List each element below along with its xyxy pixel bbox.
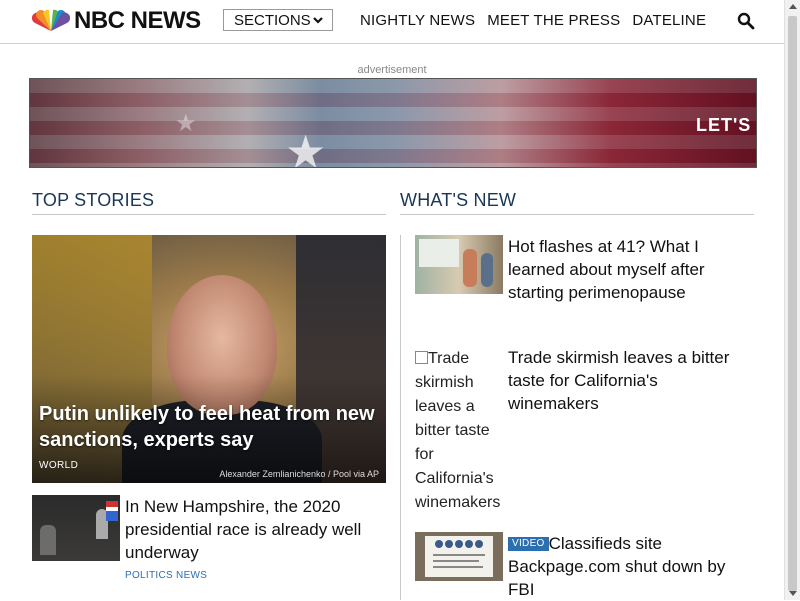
advertisement-label: advertisement (357, 64, 427, 76)
hero-story[interactable]: Putin unlikely to feel heat from new san… (32, 235, 386, 483)
top-stories-divider (32, 214, 386, 215)
story-headline[interactable]: Trade skirmish leaves a bitter taste for… (508, 346, 753, 415)
story-category-tag[interactable]: POLITICS NEWS (125, 570, 207, 581)
page-scrollbar[interactable] (784, 0, 800, 600)
nav-link-dateline[interactable]: DATELINE (632, 12, 706, 29)
thumbnail-flag (106, 501, 118, 521)
broken-image-alt-text[interactable]: Trade skirmish leaves a bitter taste for… (415, 347, 505, 515)
story-headline[interactable]: In New Hampshire, the 2020 presidential … (125, 495, 380, 564)
thumbnail-window (419, 239, 459, 267)
story-thumbnail[interactable] (415, 532, 503, 581)
ad-star-icon: ★ (285, 126, 327, 168)
scroll-up-arrow-icon[interactable] (789, 4, 797, 9)
nav-link-nightly-news[interactable]: NIGHTLY NEWS (360, 12, 475, 29)
whats-new-heading[interactable]: WHAT'S NEW (400, 190, 516, 211)
whats-new-divider (400, 214, 754, 215)
scrollbar-thumb[interactable] (788, 16, 797, 591)
story-thumbnail[interactable] (415, 235, 503, 294)
peacock-logo-icon (32, 9, 70, 32)
thumbnail-seal (435, 540, 443, 548)
thumbnail-figure (481, 253, 493, 287)
ad-banner-text: LET'S S (696, 115, 756, 135)
sections-label: SECTIONS (234, 11, 311, 29)
site-header: NBC NEWS SECTIONS NIGHTLY NEWS MEET THE … (0, 0, 784, 44)
hero-headline[interactable]: Putin unlikely to feel heat from new san… (39, 401, 379, 453)
thumbnail-seal (475, 540, 483, 548)
chevron-down-icon (313, 17, 323, 24)
story-headline[interactable]: VIDEO Classifieds site Backpage.com shut … (508, 532, 753, 601)
advertisement-banner[interactable]: ★ ★ LET'S S (29, 78, 757, 168)
whats-new-column-rule (400, 235, 401, 600)
thumbnail-text-line (433, 560, 479, 562)
thumbnail-figure (463, 249, 477, 287)
thumbnail-seal (445, 540, 453, 548)
thumbnail-text-line (433, 554, 485, 556)
thumbnail-seal (465, 540, 473, 548)
story-thumbnail[interactable] (32, 495, 120, 561)
logo-text: NBC NEWS (74, 7, 201, 34)
hero-photo-credit: Alexander Zemlianichenko / Pool via AP (219, 469, 379, 479)
image-alt-text: Trade skirmish leaves a bitter taste for… (415, 350, 501, 511)
top-nav: NIGHTLY NEWS MEET THE PRESS DATELINE (360, 12, 706, 29)
video-badge: VIDEO (508, 537, 549, 551)
nav-link-meet-the-press[interactable]: MEET THE PRESS (487, 12, 620, 29)
story-headline[interactable]: Hot flashes at 41? What I learned about … (508, 235, 753, 304)
broken-image-icon (415, 351, 428, 364)
hero-category-tag[interactable]: WORLD (39, 460, 78, 471)
ad-star-icon: ★ (175, 110, 197, 137)
search-icon[interactable] (737, 12, 755, 30)
thumbnail-figure (40, 525, 56, 555)
scroll-down-arrow-icon[interactable] (789, 591, 797, 596)
thumbnail-text-line (433, 566, 483, 568)
ad-flag-stripes (30, 79, 756, 167)
nbc-news-logo[interactable]: NBC NEWS (32, 8, 201, 34)
top-stories-heading[interactable]: TOP STORIES (32, 190, 154, 211)
thumbnail-seal (455, 540, 463, 548)
sections-dropdown-button[interactable]: SECTIONS (223, 9, 333, 31)
